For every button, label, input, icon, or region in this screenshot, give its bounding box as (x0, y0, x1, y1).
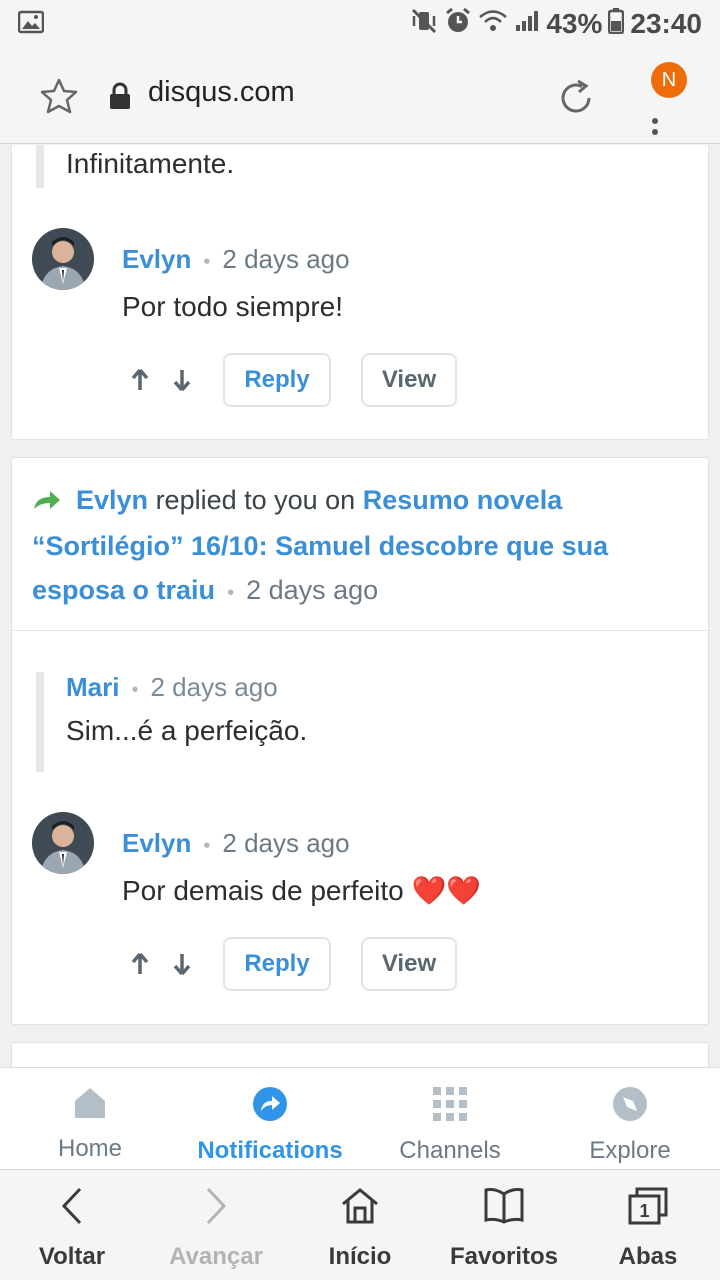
comment-time[interactable]: 2 days ago (222, 828, 349, 858)
home-button[interactable]: Início (288, 1170, 432, 1280)
back-button[interactable]: Voltar (0, 1170, 144, 1280)
lock-icon (108, 82, 132, 115)
separator-dot: • (227, 581, 235, 604)
vote-controls (130, 368, 192, 397)
bookmarks-icon (483, 1186, 525, 1233)
nav-label: Abas (618, 1243, 678, 1270)
battery-icon (608, 7, 625, 41)
quoted-comment-text: Sim...é a perfeição. (66, 715, 308, 746)
downvote-icon[interactable] (172, 952, 192, 981)
quoted-comment: Infinitamente. (36, 145, 234, 188)
separator-dot: • (131, 679, 139, 701)
view-button[interactable]: View (361, 937, 457, 991)
notifications-feed[interactable]: Infinitamente. Evlyn • 2 days ago Por todo… (0, 145, 720, 1067)
compass-icon (612, 1086, 648, 1129)
comment-author[interactable]: Evlyn (122, 244, 191, 274)
comment-text: Por todo siempre! (122, 291, 343, 322)
reload-icon[interactable] (556, 78, 596, 123)
tab-home[interactable]: Home (0, 1068, 180, 1169)
bottom-tab-bar: Home Notifications Channels Explore (0, 1067, 720, 1169)
comment-author-line: Evlyn • 2 days ago (122, 828, 350, 859)
comment-author[interactable]: Evlyn (122, 828, 191, 858)
notification-action: replied to you on (155, 485, 356, 515)
notification-badge: N (651, 62, 687, 98)
separator-dot: • (203, 835, 211, 857)
clock-time: 23:40 (630, 8, 702, 39)
star-icon[interactable] (40, 78, 78, 119)
notification-time[interactable]: 2 days ago (246, 575, 378, 605)
image-notification-icon (17, 10, 45, 39)
separator-dot: • (203, 251, 211, 273)
notification-header: Evlyn replied to you on Resumo novela “S… (32, 478, 692, 615)
back-icon (54, 1186, 90, 1233)
tabs-button[interactable]: 1 Abas (576, 1170, 720, 1280)
signal-icon (514, 8, 540, 40)
notification-actor[interactable]: Evlyn (76, 485, 148, 515)
browser-address-bar: disqus.com N (0, 48, 720, 144)
home-icon (73, 1086, 107, 1127)
tab-label: Home (57, 1135, 123, 1162)
nav-label: Início (328, 1243, 392, 1270)
alarm-icon (444, 7, 472, 42)
nav-label: Avançar (169, 1243, 263, 1270)
comment-author-line: Evlyn • 2 days ago (122, 244, 350, 275)
quoted-comment-text: Infinitamente. (66, 148, 235, 179)
avatar[interactable] (32, 812, 94, 874)
grid-icon (432, 1086, 468, 1129)
forward-icon (198, 1186, 234, 1233)
quoted-time[interactable]: 2 days ago (150, 672, 277, 702)
vote-controls (130, 952, 192, 981)
notification-card: Infinitamente. Evlyn • 2 days ago Por todo… (11, 145, 709, 440)
upvote-icon[interactable] (130, 952, 150, 981)
svg-text:1: 1 (639, 1201, 649, 1221)
notification-card (11, 1042, 709, 1067)
tab-label: Explore (589, 1137, 671, 1164)
reply-button[interactable]: Reply (223, 937, 331, 991)
battery-percent: 43% (546, 8, 603, 39)
tab-label: Channels (399, 1137, 501, 1164)
bookmarks-button[interactable]: Favoritos (432, 1170, 576, 1280)
comment-text: Por demais de perfeito ❤️❤️ (122, 875, 482, 906)
share-icon (252, 1086, 288, 1129)
tab-explore[interactable]: Explore (540, 1068, 720, 1169)
quoted-comment: Mari • 2 days ago Sim...é a perfeição. (36, 672, 307, 772)
tab-channels[interactable]: Channels (360, 1068, 540, 1169)
avatar[interactable] (32, 228, 94, 290)
browser-nav-bar: Voltar Avançar Início Favoritos 1 Abas (0, 1169, 720, 1280)
status-bar: 43% 23:40 (0, 0, 720, 48)
divider (12, 630, 710, 631)
comment-time[interactable]: 2 days ago (222, 244, 349, 274)
forward-button[interactable]: Avançar (144, 1170, 288, 1280)
wifi-icon (478, 8, 508, 40)
tab-label: Notifications (197, 1137, 343, 1164)
tab-notifications[interactable]: Notifications (180, 1068, 360, 1169)
nav-label: Favoritos (449, 1243, 559, 1270)
quoted-author[interactable]: Mari (66, 672, 119, 702)
notification-card: Evlyn replied to you on Resumo novela “S… (11, 457, 710, 1025)
url-text[interactable]: disqus.com (148, 76, 295, 109)
quoted-author-line: Mari • 2 days ago (66, 672, 307, 703)
upvote-icon[interactable] (130, 368, 150, 397)
view-button[interactable]: View (361, 353, 457, 407)
nav-label: Voltar (38, 1243, 106, 1270)
downvote-icon[interactable] (172, 368, 192, 397)
reply-arrow-icon (32, 480, 62, 524)
home-icon (340, 1186, 380, 1233)
reply-button[interactable]: Reply (223, 353, 331, 407)
tabs-icon: 1 (627, 1186, 669, 1233)
vibrate-mute-icon (410, 8, 438, 41)
